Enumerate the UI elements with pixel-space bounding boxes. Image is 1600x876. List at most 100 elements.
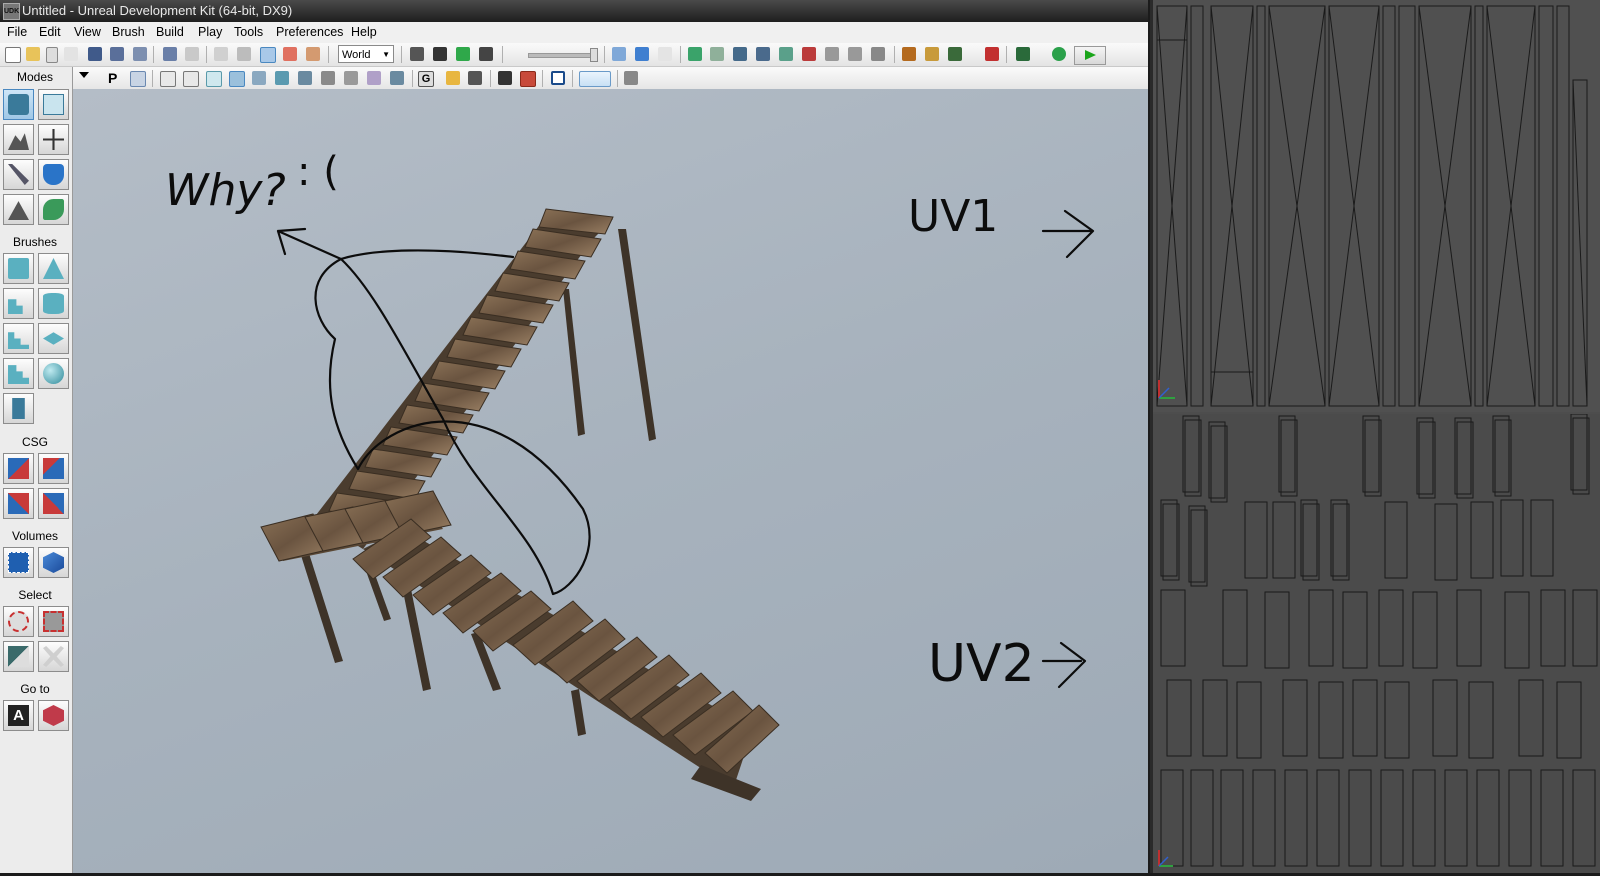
translate-mode-button[interactable]: [38, 124, 69, 155]
spiral-stair-brush-button[interactable]: [3, 358, 34, 389]
monitor-icon[interactable]: [1016, 47, 1030, 61]
open-icon[interactable]: [26, 47, 40, 61]
build-cover-icon[interactable]: [756, 47, 770, 61]
hide-selected-button[interactable]: [38, 606, 69, 637]
drag-grid-slider[interactable]: [528, 53, 598, 58]
scale-nonuniform-icon[interactable]: [306, 47, 320, 61]
swarm-icon[interactable]: [871, 47, 885, 61]
play-in-editor-window-icon[interactable]: [948, 47, 962, 61]
menu-help[interactable]: Help: [351, 25, 377, 39]
csg-deintersect-button[interactable]: [38, 488, 69, 519]
lighting-channels-icon[interactable]: [390, 71, 404, 85]
goto-actor-button[interactable]: A: [3, 700, 34, 731]
rotate-icon[interactable]: [260, 47, 276, 63]
sheet-brush-button[interactable]: [38, 323, 69, 354]
unlit-icon[interactable]: [206, 71, 222, 87]
uv-channel-2-view[interactable]: [1153, 413, 1600, 873]
content-browser-icon[interactable]: [433, 47, 447, 61]
curved-stair-brush-button[interactable]: [3, 288, 34, 319]
generic-browser-icon[interactable]: [902, 47, 916, 61]
lit-icon[interactable]: [229, 71, 245, 87]
recent-dropdown-icon[interactable]: [46, 47, 58, 63]
lock-selection-icon[interactable]: [446, 71, 460, 85]
light-complexity-icon[interactable]: [298, 71, 312, 85]
floating-viewport-icon[interactable]: [624, 71, 638, 85]
texture-density-icon[interactable]: [321, 71, 335, 85]
goto-builder-brush-button[interactable]: [38, 700, 69, 731]
wireframe-icon[interactable]: [183, 71, 199, 87]
package-icon[interactable]: [925, 47, 939, 61]
perspective-viewport[interactable]: Why? : ( UV1 UV2: [73, 89, 1148, 873]
camera-actor-icon[interactable]: [498, 71, 512, 85]
coordinate-system-dropdown[interactable]: World ▼: [338, 45, 394, 63]
csg-intersect-button[interactable]: [3, 488, 34, 519]
kismet-play-icon[interactable]: [1052, 47, 1066, 61]
new-icon[interactable]: [5, 47, 21, 63]
lighting-only-icon[interactable]: [275, 71, 289, 85]
lightmap-density-icon[interactable]: [367, 71, 381, 85]
kismet-icon[interactable]: [456, 47, 470, 61]
menu-brush[interactable]: Brush: [112, 25, 145, 39]
maximize-viewport-icon[interactable]: [612, 47, 626, 61]
build-all-stop-icon[interactable]: [802, 47, 816, 61]
play-button[interactable]: [1074, 46, 1106, 65]
menu-play[interactable]: Play: [198, 25, 222, 39]
menu-tools[interactable]: Tools: [234, 25, 263, 39]
menu-file[interactable]: File: [7, 25, 27, 39]
csg-add-button[interactable]: [3, 453, 34, 484]
cube-brush-button[interactable]: [3, 253, 34, 284]
realtime-actor-icon[interactable]: [520, 71, 536, 87]
build-lighting-icon[interactable]: [779, 47, 793, 61]
launch-stop-icon[interactable]: [985, 47, 999, 61]
show-selected-button[interactable]: [3, 606, 34, 637]
perspective-p-icon[interactable]: P: [108, 71, 122, 85]
matinee-icon[interactable]: [479, 47, 493, 61]
realtime-preview-icon[interactable]: [635, 47, 649, 61]
translate-icon[interactable]: [237, 47, 251, 61]
foliage-mode-button[interactable]: [38, 194, 69, 225]
csg-subtract-button[interactable]: [38, 453, 69, 484]
save-icon[interactable]: [88, 47, 102, 61]
wireframe-brush-icon[interactable]: [160, 71, 176, 87]
cylinder-brush-button[interactable]: [38, 288, 69, 319]
uv-channel-1-view[interactable]: [1153, 0, 1600, 412]
texture-align-mode-button[interactable]: [3, 159, 34, 190]
undo-icon[interactable]: [163, 47, 177, 61]
build-paths-icon[interactable]: [733, 47, 747, 61]
mesh-paint-mode-button[interactable]: [38, 159, 69, 190]
lock-viewport-icon[interactable]: [130, 71, 146, 87]
save-current-icon[interactable]: [133, 47, 147, 61]
lighting-quality-icon[interactable]: [848, 47, 862, 61]
light-build-options-icon[interactable]: [825, 47, 839, 61]
menu-edit[interactable]: Edit: [39, 25, 61, 39]
viewport-frame-icon[interactable]: [551, 71, 565, 85]
menu-view[interactable]: View: [74, 25, 101, 39]
bookmark-star-icon[interactable]: [658, 47, 672, 61]
terrain-mode-button[interactable]: [3, 124, 34, 155]
sphere-brush-button[interactable]: [38, 358, 69, 389]
landscape-mode-button[interactable]: [3, 194, 34, 225]
add-volume-button[interactable]: [3, 547, 34, 578]
camera-mode-button[interactable]: [3, 89, 34, 120]
volume-class-button[interactable]: [38, 547, 69, 578]
volumetric-brush-button[interactable]: [3, 393, 34, 424]
select-invert-button[interactable]: [3, 641, 34, 672]
favorite-star-icon[interactable]: [64, 47, 78, 61]
play-in-viewport-icon[interactable]: [579, 71, 611, 87]
show-flags-eye-icon[interactable]: [468, 71, 482, 85]
select-cursor-icon[interactable]: [214, 47, 228, 61]
save-all-icon[interactable]: [110, 47, 124, 61]
shader-complexity-icon[interactable]: [344, 71, 358, 85]
chevron-down-icon[interactable]: [79, 72, 89, 78]
linear-stair-brush-button[interactable]: [3, 323, 34, 354]
game-view-g-icon[interactable]: G: [418, 71, 434, 87]
build-geometry-icon[interactable]: [688, 47, 702, 61]
menu-preferences[interactable]: Preferences: [276, 25, 343, 39]
scale-icon[interactable]: [283, 47, 297, 61]
detail-lighting-icon[interactable]: [252, 71, 266, 85]
geometry-mode-button[interactable]: [38, 89, 69, 120]
show-all-button[interactable]: [38, 641, 69, 672]
build-visible-icon[interactable]: [710, 47, 724, 61]
cone-brush-button[interactable]: [38, 253, 69, 284]
drag-grid-slider-handle[interactable]: [590, 48, 598, 62]
